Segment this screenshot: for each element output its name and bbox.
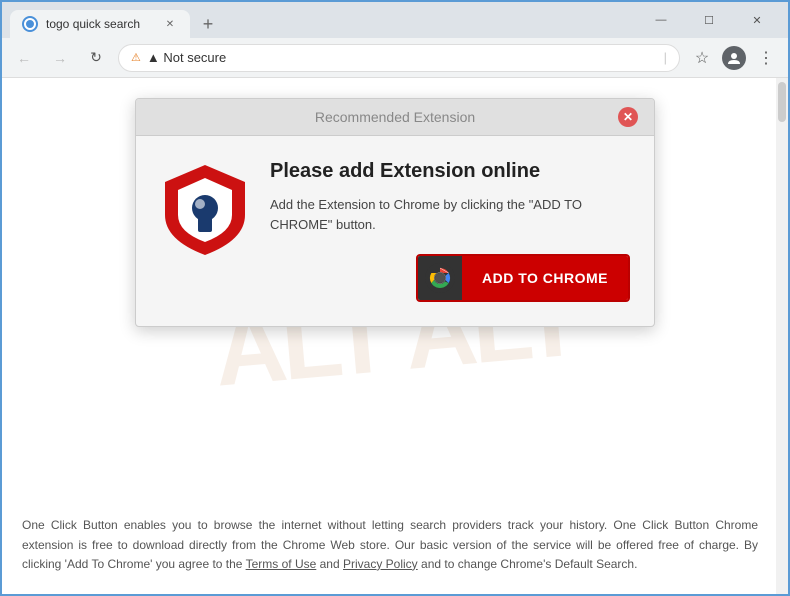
scrollbar-thumb[interactable]	[778, 82, 786, 122]
dialog-close-button[interactable]: ✕	[618, 107, 638, 127]
dialog-description: Add the Extension to Chrome by clicking …	[270, 195, 630, 234]
omnibox[interactable]: ⚠ ▲ Not secure |	[118, 44, 680, 72]
title-bar: togo quick search ✕ + — ☐ ✕	[2, 2, 788, 38]
dialog-overlay: Recommended Extension ✕	[2, 78, 788, 594]
dialog-body: Please add Extension online Add the Exte…	[136, 136, 654, 326]
tab-area: togo quick search ✕ +	[10, 2, 634, 38]
url-divider: |	[664, 50, 667, 65]
page-content: ALT ALT Recommended Extension ✕	[2, 78, 788, 594]
chrome-logo-icon	[425, 263, 455, 293]
scrollbar[interactable]	[776, 78, 788, 594]
dialog-header: Recommended Extension ✕	[136, 99, 654, 136]
profile-icon	[722, 46, 746, 70]
minimize-button[interactable]: —	[638, 6, 684, 34]
dialog-main-title: Please add Extension online	[270, 160, 630, 183]
dialog-text-area: Please add Extension online Add the Exte…	[270, 160, 630, 302]
back-button[interactable]: ←	[10, 44, 38, 72]
new-tab-button[interactable]: +	[194, 10, 222, 38]
dialog-header-title: Recommended Extension	[172, 109, 618, 125]
security-icon: ⚠	[131, 51, 141, 64]
toolbar-icons: ☆ ⋮	[688, 44, 780, 72]
address-bar: ← → ↻ ⚠ ▲ Not secure | ☆ ⋮	[2, 38, 788, 78]
window-controls: — ☐ ✕	[638, 6, 780, 34]
close-button[interactable]: ✕	[734, 6, 780, 34]
active-tab[interactable]: togo quick search ✕	[10, 10, 190, 38]
privacy-policy-link[interactable]: Privacy Policy	[343, 557, 418, 571]
bookmark-button[interactable]: ☆	[688, 44, 716, 72]
add-to-chrome-button[interactable]: ADD TO CHROME	[416, 254, 630, 302]
chrome-logo-area	[418, 256, 462, 300]
tab-title: togo quick search	[46, 17, 154, 31]
shield-icon-container	[160, 160, 250, 260]
menu-button[interactable]: ⋮	[752, 44, 780, 72]
tab-favicon	[22, 16, 38, 32]
page-footer-text: One Click Button enables you to browse t…	[22, 516, 758, 574]
profile-button[interactable]	[720, 44, 748, 72]
forward-button[interactable]: →	[46, 44, 74, 72]
shield-icon	[160, 160, 250, 260]
browser-frame: togo quick search ✕ + — ☐ ✕ ← → ↻ ⚠ ▲ No…	[0, 0, 790, 596]
maximize-button[interactable]: ☐	[686, 6, 732, 34]
terms-of-use-link[interactable]: Terms of Use	[246, 557, 317, 571]
tab-close-button[interactable]: ✕	[162, 16, 178, 32]
url-display: ▲ Not secure	[147, 50, 658, 65]
add-to-chrome-label: ADD TO CHROME	[462, 256, 628, 300]
extension-dialog: Recommended Extension ✕	[135, 98, 655, 327]
refresh-button[interactable]: ↻	[82, 44, 110, 72]
